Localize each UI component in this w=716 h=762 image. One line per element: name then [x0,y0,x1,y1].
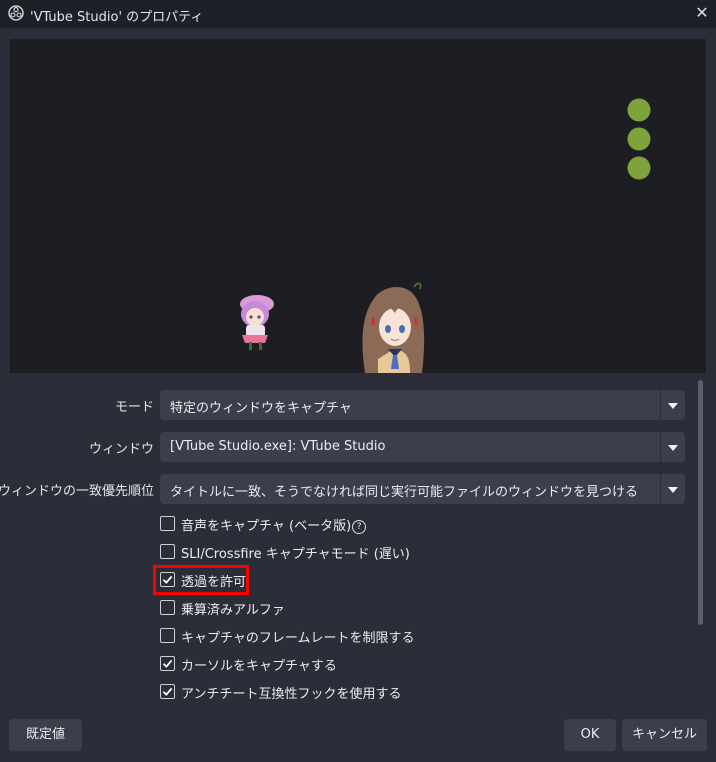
close-button[interactable]: ✕ [690,2,714,24]
ok-button[interactable]: OK [564,719,616,751]
checkbox-label: アンチチート互換性フックを使用する [181,687,402,702]
chibi-avatar-small [240,295,274,350]
window-title: 'VTube Studio' のプロパティ [30,10,204,25]
mode-select-value: 特定のウィンドウをキャプチャ [170,401,352,416]
checkmark-icon [162,687,173,696]
window-label: ウィンドウ [88,442,154,457]
defaults-button[interactable]: 既定値 [9,719,82,751]
checkbox-box[interactable] [160,600,175,615]
checkbox-box[interactable] [160,628,175,643]
checkbox-box[interactable] [160,684,175,699]
checkbox-box[interactable] [160,656,175,671]
highlight-box [153,565,249,595]
obs-logo-icon [8,5,24,21]
title-bar: 'VTube Studio' のプロパティ ✕ [0,0,716,28]
window-priority-select[interactable]: タイトルに一致、そうでなければ同じ実行可能ファイルのウィンドウを見つける [160,474,685,504]
capture-preview [10,39,706,373]
cancel-button[interactable]: キャンセル [622,719,707,751]
preview-dot [627,127,651,151]
vtuber-avatar [362,282,425,373]
preview-canvas [240,98,651,373]
checkbox-label: SLI/Crossfire キャプチャモード (遅い) [181,547,410,562]
chevron-down-icon[interactable] [660,474,685,504]
preview-dot [627,98,651,122]
checkbox-box[interactable] [160,544,175,559]
checkbox-label: 音声をキャプチャ (ベータ版)? [181,515,367,534]
window-priority-select-value: タイトルに一致、そうでなければ同じ実行可能ファイルのウィンドウを見つける [170,485,639,500]
mode-select[interactable]: 特定のウィンドウをキャプチャ [160,390,685,420]
chevron-down-icon[interactable] [660,390,685,420]
scrollbar-thumb[interactable] [698,380,703,625]
window-select[interactable]: [VTube Studio.exe]: VTube Studio [160,432,685,462]
window-select-value: [VTube Studio.exe]: VTube Studio [170,439,386,454]
window-priority-label: ウィンドウの一致優先順位 [0,484,154,499]
help-icon[interactable]: ? [352,519,367,534]
close-icon[interactable]: ✕ [695,3,708,22]
checkbox-box[interactable] [160,516,175,531]
checkbox-label: キャプチャのフレームレートを制限する [181,631,415,646]
checkbox-label: カーソルをキャプチャする [181,659,337,674]
checkmark-icon [162,659,173,668]
chevron-down-icon[interactable] [660,432,685,462]
mode-label: モード [114,400,154,415]
preview-dot [627,156,651,180]
checkbox-label: 乗算済みアルファ [181,603,285,618]
